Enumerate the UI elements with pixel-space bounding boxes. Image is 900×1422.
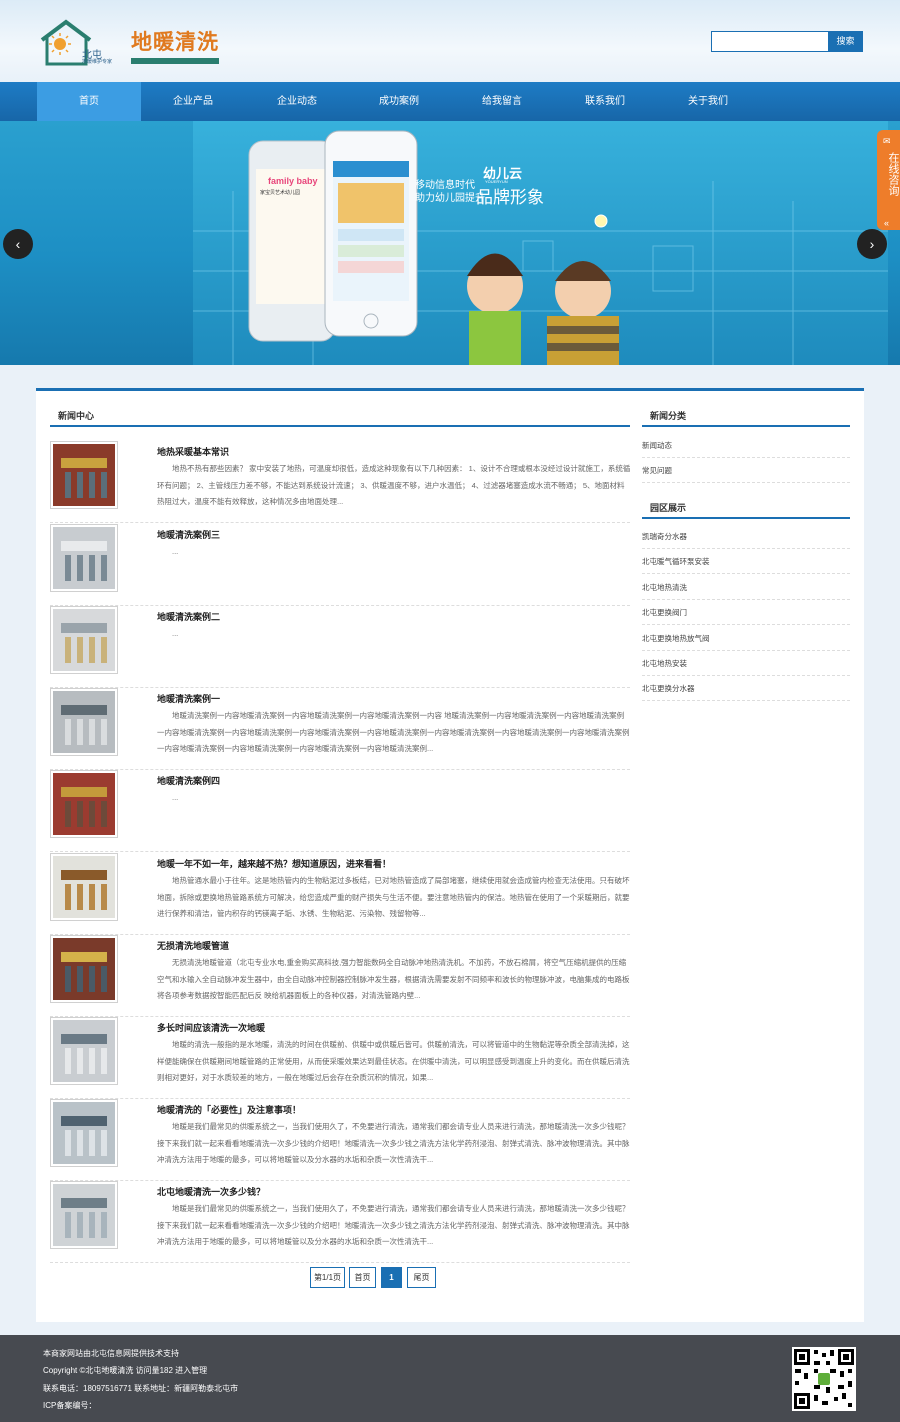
site-logo[interactable]: 北屯 地暖维护专家 地暖清洗: [38, 18, 228, 68]
nav-products[interactable]: 企业产品: [141, 82, 245, 121]
news-item: 无损清洗地暖管道无损清洗地暖管道（北屯专业水电,重金购买高科技,强力智能数码全自…: [50, 935, 630, 1017]
news-item: 地暖清洗案例四...: [50, 770, 630, 852]
collapse-icon[interactable]: «: [884, 218, 889, 228]
news-summary: 地暖是我们最常见的供暖系统之一，当我们使用久了，不免要进行清洗，通常我们都会请专…: [157, 1122, 630, 1164]
online-consult-tab[interactable]: ✉ 在线咨询 «: [877, 130, 900, 230]
news-title[interactable]: 北屯地暖清洗一次多少钱？: [157, 1185, 265, 1198]
footer-icp: ICP备案编号：: [43, 1401, 97, 1410]
brand-underline: [131, 58, 219, 64]
news-title[interactable]: 无损清洗地暖管道: [157, 939, 229, 952]
news-category-title: 新闻分类: [650, 411, 687, 421]
footer-support: 本商家网站由北屯信息网提供技术支持: [43, 1349, 179, 1358]
news-item: 地暖清洗的「必要性」及注意事项！ 地暖是我们最常见的供暖系统之一，当我们使用久了，…: [50, 1099, 630, 1181]
news-title[interactable]: 地暖清洗案例二: [157, 610, 220, 623]
search-button[interactable]: 搜索: [828, 31, 863, 52]
banner-next-button[interactable]: ›: [857, 229, 887, 259]
news-thumbnail[interactable]: [50, 853, 118, 921]
showcase-title: 园区展示: [650, 503, 687, 513]
last-page-button[interactable]: 尾页: [407, 1267, 436, 1288]
news-thumbnail[interactable]: [50, 1017, 118, 1085]
news-item: 多长时间应该清洗一次地暖地暖的清洗一般指的是水地暖，清洗的时间在供暖前、供暖中或…: [50, 1017, 630, 1099]
news-title[interactable]: 地暖清洗案例四: [157, 774, 220, 787]
news-thumbnail[interactable]: [50, 441, 118, 509]
nav-contact[interactable]: 联系我们: [553, 82, 657, 121]
nav-home[interactable]: 首页: [37, 82, 141, 121]
news-summary: ...: [172, 547, 179, 556]
side-category-link[interactable]: 常见问题: [642, 458, 850, 483]
nav-news[interactable]: 企业动态: [245, 82, 349, 121]
chat-icon: ✉: [883, 136, 891, 146]
header: 北屯 地暖维护专家 地暖清洗 搜索: [0, 0, 900, 82]
news-title[interactable]: 地暖一年不如一年，越来越不热？想知道原因，进来看看！: [157, 857, 391, 870]
nav-cases[interactable]: 成功案例: [347, 82, 451, 121]
news-item: 地暖一年不如一年，越来越不热？想知道原因，进来看看！ 地热管通水最小于往年。这是地…: [50, 853, 630, 935]
news-summary: ...: [172, 793, 179, 802]
showcase-link[interactable]: 北屯暖气循环泵安装: [642, 549, 850, 574]
search-box: 搜索: [711, 31, 863, 52]
brand-name: 地暖清洗: [131, 29, 219, 54]
phone-app-name: family baby: [268, 176, 318, 186]
news-summary: 地暖清洗案例一内容地暖清洗案例一内容地暖清洗案例一内容地暖清洗案例一内容 地暖清…: [157, 711, 630, 753]
nav-message[interactable]: 给我留言: [450, 82, 554, 121]
news-thumbnail[interactable]: [50, 606, 118, 674]
news-title[interactable]: 地热采暖基本常识: [157, 445, 229, 458]
banner-slogan-big: 品牌形象: [476, 188, 544, 207]
news-thumbnail[interactable]: [50, 1099, 118, 1167]
news-center-title: 新闻中心: [58, 411, 95, 421]
news-title[interactable]: 地暖清洗的「必要性」及注意事项！: [157, 1103, 301, 1116]
news-summary: 地暖的清洗一般指的是水地暖，清洗的时间在供暖前、供暖中或供暖后皆可。供暖前清洗，…: [157, 1040, 630, 1082]
news-item: 地暖清洗案例一地暖清洗案例一内容地暖清洗案例一内容地暖清洗案例一内容地暖清洗案例…: [50, 688, 630, 770]
news-item: 地热采暖基本常识地热不热有那些因素？ 家中安装了地热，可温度却很低，造成这种现象…: [50, 441, 630, 523]
showcase-header: 园区展示: [642, 493, 850, 519]
news-summary: 地热管通水最小于往年。这是地热管内的生物粘泥过多板结，已对地热管造成了局部堵塞，…: [157, 876, 630, 918]
news-title[interactable]: 地暖清洗案例一: [157, 692, 220, 705]
logo-subtext: 地暖维护专家: [82, 59, 113, 65]
news-summary: 地热不热有那些因素？ 家中安装了地热，可温度却很低，造成这种现象有以下几种因素：…: [157, 464, 631, 506]
showcase-link[interactable]: 北屯更换阀门: [642, 600, 850, 625]
news-item: 北屯地暖清洗一次多少钱？ 地暖是我们最常见的供暖系统之一，当我们使用久了，不免要进…: [50, 1181, 630, 1263]
showcase-link[interactable]: 北屯地热安装: [642, 651, 850, 676]
hero-banner: family baby 家宝贝艺术幼儿园 移动信息时代 助力幼儿园提升 品牌形象…: [0, 121, 900, 365]
news-title[interactable]: 地暖清洗案例三: [157, 528, 220, 541]
news-thumbnail[interactable]: [50, 688, 118, 756]
banner-image: family baby 家宝贝艺术幼儿园 移动信息时代 助力幼儿园提升 品牌形象…: [193, 121, 888, 365]
showcase-link[interactable]: 北屯更换分水器: [642, 676, 850, 701]
banner-brand-en: YOUERYUN: [485, 179, 508, 184]
news-summary: 地暖是我们最常见的供暖系统之一，当我们使用久了，不免要进行清洗，通常我们都会请专…: [157, 1204, 630, 1246]
phone-app-subtitle: 家宝贝艺术幼儿园: [260, 190, 301, 196]
qr-code-icon: [792, 1347, 856, 1411]
side-category-link[interactable]: 新闻动态: [642, 433, 850, 458]
current-page-button[interactable]: 1: [381, 1267, 402, 1288]
news-title[interactable]: 多长时间应该清洗一次地暖: [157, 1021, 265, 1034]
footer: 本商家网站由北屯信息网提供技术支持 Copyright ©北屯地暖清洗 访问量1…: [0, 1335, 900, 1422]
banner-illustration: [193, 130, 888, 365]
main-nav: 首页 企业产品 企业动态 成功案例 给我留言 联系我们 关于我们: [0, 82, 900, 121]
banner-prev-button[interactable]: ‹: [3, 229, 33, 259]
first-page-button[interactable]: 首页: [349, 1267, 376, 1288]
nav-about[interactable]: 关于我们: [656, 82, 760, 121]
news-thumbnail[interactable]: [50, 770, 118, 838]
showcase-link[interactable]: 凯瑞奇分水器: [642, 524, 850, 549]
news-item: 地暖清洗案例三...: [50, 524, 630, 606]
main-content: 新闻中心 新闻分类 地热采暖基本常识地热不热有那些因素？ 家中安装了地热，可温度…: [36, 388, 864, 1322]
online-consult-label: 在线咨询: [887, 152, 899, 196]
news-thumbnail[interactable]: [50, 935, 118, 1003]
news-thumbnail[interactable]: [50, 524, 118, 592]
footer-contact: 联系电话：18097516771 联系地址：新疆阿勒泰北屯市: [43, 1384, 239, 1393]
news-center-header: 新闻中心: [50, 401, 630, 427]
news-category-header: 新闻分类: [642, 401, 850, 427]
showcase-link[interactable]: 北屯地热清洗: [642, 575, 850, 600]
banner-slogan-2: 助力幼儿园提升: [415, 193, 485, 204]
footer-copyright[interactable]: Copyright ©北屯地暖清洗 访问量182 进入管理: [43, 1365, 207, 1376]
news-summary: ...: [172, 629, 179, 638]
search-input[interactable]: [711, 31, 829, 52]
news-thumbnail[interactable]: [50, 1181, 118, 1249]
page-info: 第1/1页: [310, 1267, 345, 1288]
news-summary: 无损清洗地暖管道（北屯专业水电,重金购买高科技,强力智能数码全自动脉冲地热清洗机…: [157, 958, 630, 1000]
showcase-link[interactable]: 北屯更换地热放气阀: [642, 626, 850, 651]
news-item: 地暖清洗案例二...: [50, 606, 630, 688]
